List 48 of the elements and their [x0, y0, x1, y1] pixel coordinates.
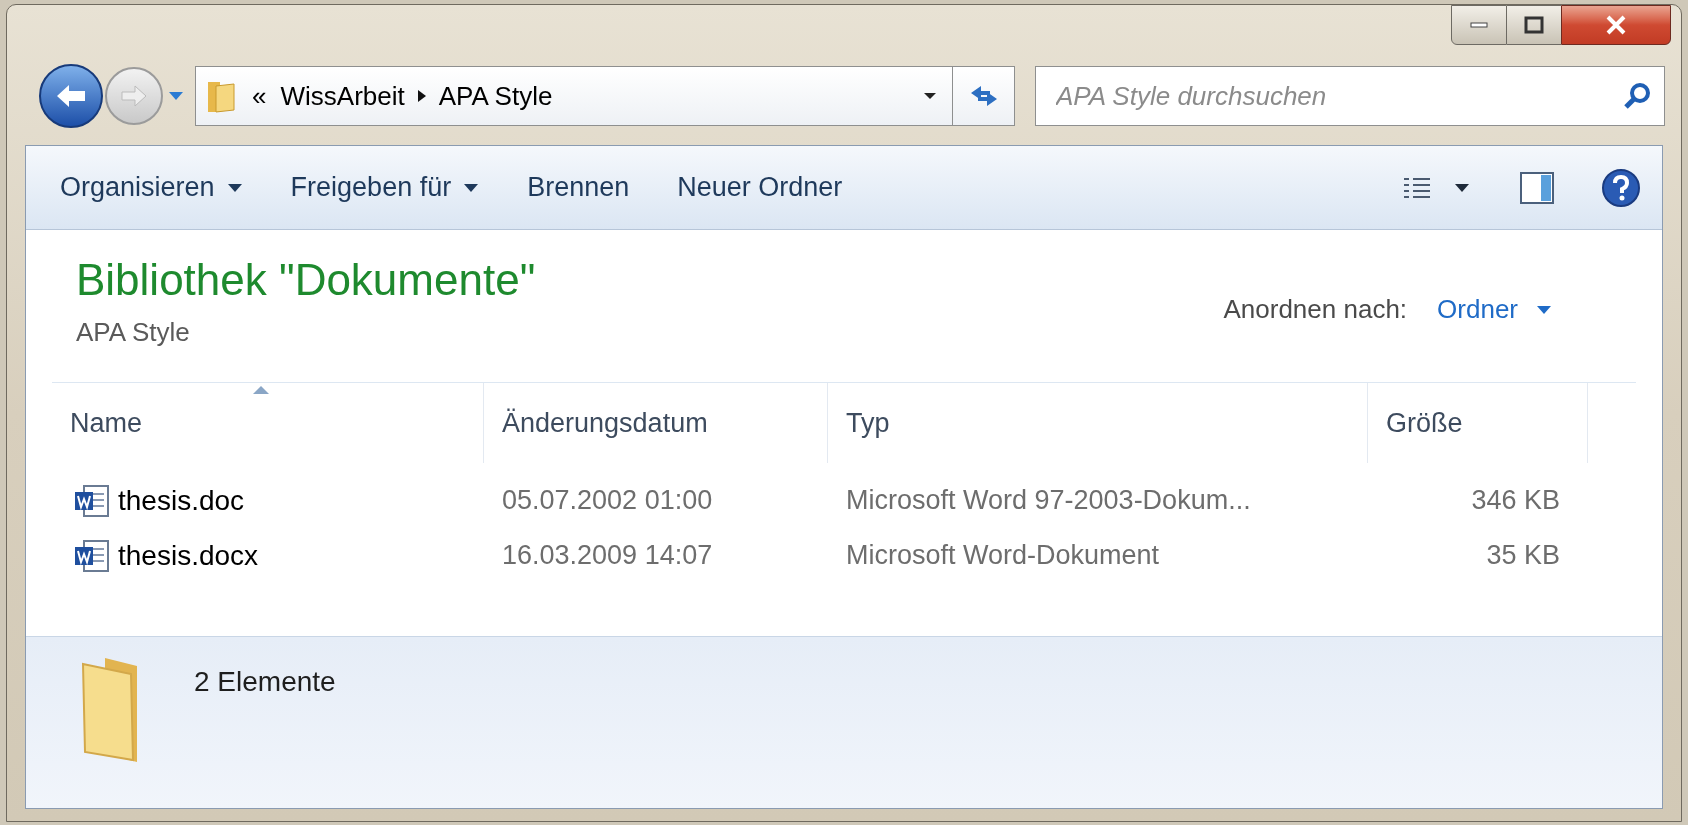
arrange-label: Anordnen nach:: [1223, 293, 1408, 326]
word-document-icon: [74, 538, 110, 573]
toolbar-button[interactable]: Neuer Ordner: [663, 159, 857, 216]
minimize-button[interactable]: [1451, 5, 1507, 45]
table-cell-text: Microsoft Word-Dokument: [845, 539, 1161, 573]
column-header[interactable]: Typ: [828, 383, 1368, 463]
file-name[interactable]: thesis.doc: [118, 479, 245, 522]
back-button[interactable]: [39, 64, 103, 128]
column-header[interactable]: Größe: [1368, 383, 1588, 463]
caret-icon: [226, 182, 243, 193]
toolbar-button[interactable]: Brennen: [513, 159, 644, 216]
forward-arrow-icon: [119, 84, 149, 108]
search-icon[interactable]: [1623, 82, 1651, 110]
folder-icon: [82, 657, 140, 763]
maximize-icon: [1524, 16, 1544, 34]
close-icon: [1605, 15, 1627, 35]
breadcrumb-item[interactable]: WissArbeit: [280, 76, 405, 116]
caret-icon: [1536, 304, 1552, 315]
breadcrumb-item[interactable]: APA Style: [438, 76, 553, 116]
caret-icon: [168, 91, 184, 101]
table-cell-text: 16.03.2009 14:07: [501, 539, 714, 573]
library-title: Bibliothek "Dokumente": [76, 254, 536, 306]
close-button[interactable]: [1561, 5, 1671, 45]
address-bar[interactable]: « WissArbeit APA Style: [195, 66, 1015, 126]
table-cell-text: Microsoft Word 97-2003-Dokum...: [845, 484, 1252, 518]
library-subtitle: APA Style: [76, 316, 191, 349]
toolbar-button[interactable]: Freigeben für: [276, 159, 494, 216]
column-header[interactable]: Name: [52, 383, 484, 463]
caret-icon: [1454, 182, 1470, 193]
minimize-icon: [1470, 22, 1488, 28]
word-document-icon: [74, 483, 110, 518]
toolbar-button[interactable]: Organisieren: [46, 159, 257, 216]
details-view-icon: [1402, 175, 1432, 200]
table-cell-text: 35 KB: [1485, 539, 1561, 573]
help-icon: [1601, 167, 1641, 208]
file-name[interactable]: thesis.docx: [118, 534, 259, 577]
arrange-dropdown[interactable]: Ordner: [1437, 290, 1552, 329]
column-header[interactable]: Änderungsdatum: [484, 383, 828, 463]
sort-arrow-icon: [252, 385, 270, 395]
table-cell-text: 05.07.2002 01:00: [501, 484, 714, 518]
caret-icon: [463, 182, 480, 193]
item-count: 2 Elemente: [194, 665, 336, 699]
table-cell-text: 346 KB: [1470, 484, 1561, 518]
maximize-button[interactable]: [1507, 5, 1561, 45]
breadcrumb-arrow-icon[interactable]: [416, 89, 427, 103]
preview-pane-icon: [1519, 170, 1555, 205]
breadcrumb-overflow[interactable]: «: [252, 76, 267, 116]
caret-icon: [923, 92, 937, 100]
